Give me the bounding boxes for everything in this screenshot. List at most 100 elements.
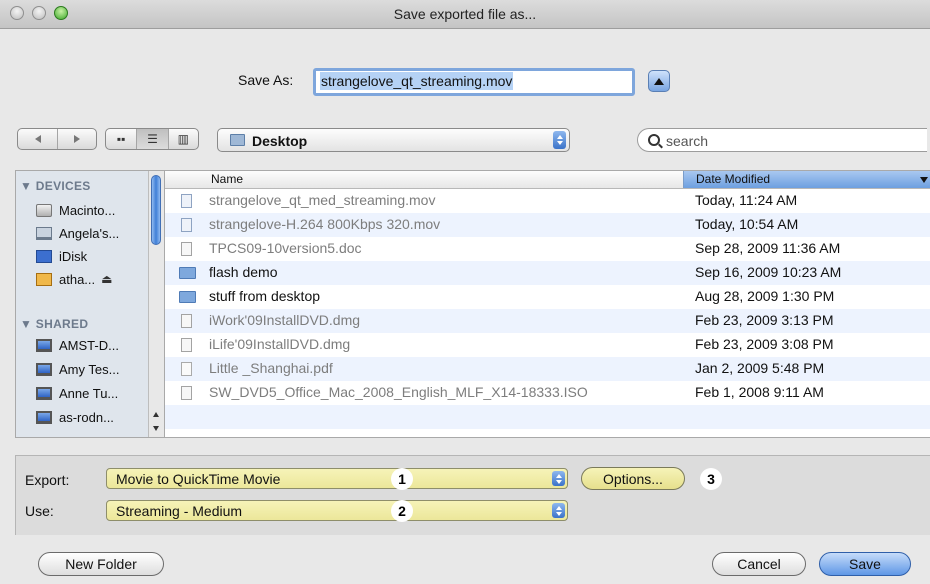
column-view-icon: ▥ — [177, 132, 189, 146]
file-date: Aug 28, 2009 1:30 PM — [695, 288, 835, 304]
forward-button[interactable] — [58, 129, 96, 149]
search-icon — [648, 134, 660, 146]
empty-row — [165, 405, 930, 429]
collapse-toggle-button[interactable] — [648, 70, 670, 92]
title-bar: Save exported file as... — [0, 0, 930, 29]
file-row[interactable]: SW_DVD5_Office_Mac_2008_English_MLF_X14-… — [165, 381, 930, 405]
column-name-header[interactable]: Name — [211, 172, 243, 186]
save-dialog: Save exported file as... Save As: strang… — [0, 0, 930, 584]
location-popup[interactable]: Desktop — [217, 128, 570, 152]
file-name: strangelove_qt_med_streaming.mov — [209, 192, 436, 208]
sidebar-item-user-volume[interactable]: atha... ⏏ — [36, 269, 146, 289]
sidebar-item-label: as-rodn... — [59, 409, 114, 425]
sidebar-item-amy[interactable]: Amy Tes... — [36, 359, 146, 379]
column-view-button[interactable]: ▥ — [169, 129, 198, 149]
window-title: Save exported file as... — [393, 6, 537, 22]
export-label: Export: — [25, 472, 70, 488]
sidebar-item-angelas-computer[interactable]: Angela's... — [36, 223, 146, 243]
file-row[interactable]: Little _Shanghai.pdf Jan 2, 2009 5:48 PM — [165, 357, 930, 381]
options-button[interactable]: Options... — [581, 467, 685, 490]
file-name: stuff from desktop — [209, 288, 321, 304]
back-forward-control — [17, 128, 97, 150]
file-date: Jan 2, 2009 5:48 PM — [695, 360, 825, 376]
scroll-down-icon[interactable] — [153, 426, 159, 431]
location-label: Desktop — [252, 133, 308, 149]
file-name: iWork'09InstallDVD.dmg — [209, 312, 361, 328]
file-date: Today, 10:54 AM — [695, 216, 799, 232]
file-row[interactable]: iLife'09InstallDVD.dmg Feb 23, 2009 3:08… — [165, 333, 930, 357]
scroll-up-icon[interactable] — [153, 412, 159, 417]
file-name: TPCS09-10version5.doc — [209, 240, 362, 256]
scrollbar-thumb[interactable] — [151, 175, 161, 245]
export-format-popup[interactable]: Movie to QuickTime Movie — [106, 468, 568, 489]
file-name: flash demo — [209, 264, 278, 280]
scroll-arrows[interactable] — [149, 407, 164, 437]
list-view-button[interactable]: ☰ — [137, 129, 169, 149]
document-file-icon — [181, 242, 192, 256]
list-view-icon: ☰ — [147, 132, 158, 146]
save-as-label: Save As: — [238, 72, 294, 88]
file-row[interactable]: stuff from desktop Aug 28, 2009 1:30 PM — [165, 285, 930, 309]
popup-arrows-icon — [552, 471, 565, 486]
eject-icon[interactable]: ⏏ — [101, 272, 112, 286]
sidebar-item-label: Anne Tu... — [59, 385, 119, 401]
sidebar-item-label: Angela's... — [59, 225, 120, 241]
icon-view-button[interactable]: ▪▪ — [106, 129, 138, 149]
sidebar-item-amst[interactable]: AMST-D... — [36, 335, 146, 355]
back-button[interactable] — [18, 129, 59, 149]
column-date-label: Date Modified — [696, 172, 771, 186]
sidebar-item-label: Macinto... — [59, 202, 116, 218]
filename-text: strangelove_qt_streaming.mov — [320, 72, 514, 90]
sidebar-item-as-rodn[interactable]: as-rodn... — [36, 407, 146, 427]
use-setting-value: Streaming - Medium — [116, 503, 243, 519]
sidebar-section-shared[interactable]: ▼ SHARED — [20, 317, 88, 331]
sort-descending-icon — [920, 177, 928, 183]
column-header: Name Date Modified — [165, 171, 930, 189]
callout-3: 3 — [700, 468, 722, 490]
file-row[interactable]: iWork'09InstallDVD.dmg Feb 23, 2009 3:13… — [165, 309, 930, 333]
iso-file-icon — [181, 386, 192, 400]
sidebar-item-label: iDisk — [59, 248, 88, 264]
file-date: Sep 16, 2009 10:23 AM — [695, 264, 842, 280]
sidebar: ▼ DEVICES Macinto... Angela's... iDisk a… — [15, 170, 165, 438]
callout-2: 2 — [391, 500, 413, 522]
disk-image-icon — [181, 314, 192, 328]
cancel-button[interactable]: Cancel — [712, 552, 806, 576]
new-folder-button[interactable]: New Folder — [38, 552, 164, 576]
save-as-field[interactable]: strangelove_qt_streaming.mov — [313, 68, 635, 96]
export-options-panel: Export: Movie to QuickTime Movie 1 Optio… — [15, 455, 930, 535]
network-computer-icon — [36, 362, 52, 376]
sidebar-item-idisk[interactable]: iDisk — [36, 246, 146, 266]
sidebar-scrollbar[interactable] — [148, 171, 164, 437]
popup-arrows-icon — [553, 131, 566, 149]
column-date-header[interactable]: Date Modified — [683, 171, 930, 188]
network-computer-icon — [36, 386, 52, 400]
sidebar-item-macintosh-hd[interactable]: Macinto... — [36, 200, 146, 220]
file-row[interactable]: TPCS09-10version5.doc Sep 28, 2009 11:36… — [165, 237, 930, 261]
file-list: Name Date Modified strangelove_qt_med_st… — [165, 170, 930, 438]
file-date: Feb 23, 2009 3:13 PM — [695, 312, 834, 328]
view-mode-control: ▪▪ ☰ ▥ — [105, 128, 199, 150]
sidebar-section-devices[interactable]: ▼ DEVICES — [20, 179, 91, 193]
laptop-icon — [36, 226, 52, 240]
folder-icon — [230, 134, 245, 146]
popup-arrows-icon — [552, 503, 565, 518]
file-name: iLife'09InstallDVD.dmg — [209, 336, 351, 352]
file-date: Feb 23, 2009 3:08 PM — [695, 336, 834, 352]
sidebar-item-label: AMST-D... — [59, 337, 119, 353]
file-row[interactable]: flash demo Sep 16, 2009 10:23 AM — [165, 261, 930, 285]
disk-image-icon — [181, 338, 192, 352]
file-name: SW_DVD5_Office_Mac_2008_English_MLF_X14-… — [209, 384, 588, 400]
forward-arrow-icon — [74, 135, 81, 143]
file-row[interactable]: strangelove-H.264 800Kbps 320.mov Today,… — [165, 213, 930, 237]
triangle-up-icon — [654, 77, 664, 85]
use-setting-popup[interactable]: Streaming - Medium — [106, 500, 568, 521]
export-format-value: Movie to QuickTime Movie — [116, 471, 281, 487]
search-input[interactable] — [664, 132, 898, 150]
file-date: Sep 28, 2009 11:36 AM — [695, 240, 841, 256]
search-field[interactable] — [637, 128, 927, 152]
hard-disk-icon — [36, 203, 52, 217]
sidebar-item-anne[interactable]: Anne Tu... — [36, 383, 146, 403]
save-button[interactable]: Save — [819, 552, 911, 576]
file-row[interactable]: strangelove_qt_med_streaming.mov Today, … — [165, 189, 930, 213]
